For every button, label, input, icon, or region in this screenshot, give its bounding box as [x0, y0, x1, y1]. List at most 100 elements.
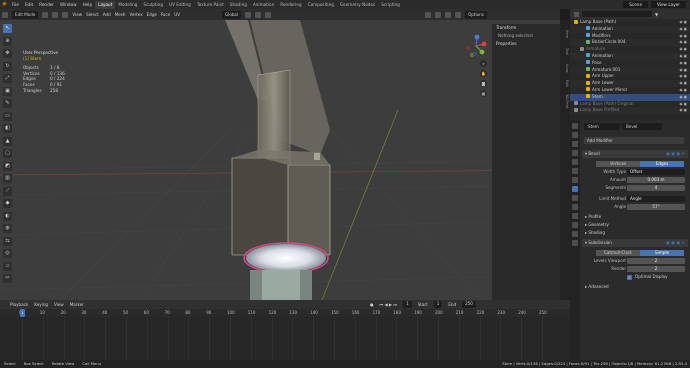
optimal-display-checkbox[interactable]: ✓ [627, 274, 632, 280]
select-tool-icon[interactable]: ↖ [3, 24, 12, 33]
menu-help[interactable]: Help [80, 2, 96, 7]
visibility-eye-icon[interactable]: ◉ ▣ [679, 67, 687, 74]
move-tool-icon[interactable]: ✥ [3, 49, 12, 58]
outliner-item-name[interactable]: Armature.001 [592, 67, 620, 72]
filter-icon[interactable]: ▼ [655, 12, 658, 17]
menu-window[interactable]: Window [57, 2, 80, 7]
timeline[interactable]: Playback Keying View Marker ● ⏮ ◀ ▶ ⏭ 1 … [0, 300, 570, 360]
tab-item[interactable]: Item [565, 30, 569, 38]
visibility-eye-icon[interactable]: ◉ ▣ [679, 33, 687, 40]
menu-select[interactable]: Select [86, 12, 99, 17]
bevel-tool-icon[interactable]: ◩ [3, 161, 12, 171]
editor-type-icon[interactable] [2, 11, 8, 18]
tab-edit[interactable]: Edit [565, 80, 569, 87]
outliner-item-name[interactable]: Stem [592, 94, 603, 99]
outliner-row[interactable]: Lamp Base (Path) Original ◉ ▣ [570, 101, 690, 108]
view-layer-field[interactable]: View Layer [651, 1, 686, 8]
loop-cut-tool-icon[interactable]: ▥ [3, 174, 12, 183]
menu-uv[interactable]: UV [174, 12, 180, 17]
menu-view[interactable]: View [72, 12, 82, 17]
tab-3d-print[interactable]: 3D-Print [565, 94, 569, 109]
shading-material-icon[interactable] [455, 11, 462, 18]
physics-tab-icon[interactable] [572, 204, 578, 210]
visibility-eye-icon[interactable]: ◉ ▣ [679, 26, 687, 33]
transform-panel-header[interactable]: Transform [492, 24, 560, 32]
amount-field[interactable]: 0.003 m [627, 176, 685, 184]
workspace-tab-shading[interactable]: Shading [227, 1, 250, 9]
xray-icon[interactable] [435, 11, 442, 18]
catmull-clark-toggle[interactable]: Catmull-Clark [596, 249, 640, 257]
modifier-visibility-icons[interactable]: ▣ ▣ ▣ ✕ [666, 150, 685, 158]
camera-icon[interactable]: ◙ [480, 80, 487, 87]
start-frame-field[interactable]: 1 [433, 301, 443, 308]
outliner-item-name[interactable]: Arm Upper [592, 73, 614, 78]
proportional-edit-icon[interactable] [265, 11, 272, 18]
menu-playback[interactable]: Playback [10, 302, 28, 307]
grid-view-icon[interactable]: ▦ [480, 90, 487, 97]
outliner-item-name[interactable]: Armature [586, 46, 605, 51]
outliner-row[interactable]: Animation ◉ ▣ [570, 52, 690, 60]
measure-tool-icon[interactable]: ▭ [3, 111, 12, 121]
rotate-tool-icon[interactable]: ↻ [3, 61, 12, 71]
visibility-eye-icon[interactable]: ◉ ▣ [679, 73, 687, 80]
shading-solid-icon[interactable] [445, 11, 452, 18]
visibility-eye-icon[interactable]: ◉ ▣ [679, 87, 687, 94]
menu-keying[interactable]: Keying [34, 302, 48, 307]
workspace-tab-sculpting[interactable]: Sculpting [140, 1, 166, 9]
scale-tool-icon[interactable]: ⤢ [3, 74, 12, 83]
advanced-subpanel[interactable]: ▸ Advanced [582, 283, 688, 291]
outliner-item-name[interactable]: Arm Lower [592, 80, 614, 85]
outliner-row[interactable]: BezierCircle.004 ◉ ▣ [570, 39, 690, 47]
levels-viewport-field[interactable]: 2 [627, 257, 685, 265]
options-dropdown[interactable]: Options [465, 10, 487, 19]
add-cube-tool-icon[interactable]: ◧ [3, 124, 12, 133]
visibility-eye-icon[interactable]: ◉ ▣ [679, 46, 687, 53]
poly-build-tool-icon[interactable]: ◆ [3, 199, 12, 208]
zoom-icon[interactable]: ⌕ [480, 60, 487, 67]
shading-subpanel[interactable]: ▸ Shading [582, 229, 688, 237]
current-frame-field[interactable]: 1 [403, 301, 412, 308]
outliner-item-name[interactable]: BezierCircle.004 [592, 39, 625, 44]
record-icon[interactable]: ● [370, 302, 374, 307]
transform-tool-icon[interactable]: ▣ [3, 86, 12, 96]
outliner-item-name[interactable]: Animation [592, 26, 613, 31]
output-tab-icon[interactable] [572, 141, 578, 147]
visibility-eye-icon[interactable]: ◉ ▣ [679, 94, 687, 101]
vertices-toggle[interactable]: Vertices [596, 160, 640, 168]
angle-field[interactable]: 57° [627, 203, 685, 211]
workspace-tab-scripting[interactable]: Scripting [378, 1, 403, 9]
outliner-row[interactable]: Stem ◉ ▣ [570, 93, 690, 101]
subdivision-modifier-name[interactable]: Subdivision [588, 240, 611, 245]
outliner-search-input[interactable] [582, 11, 652, 17]
modifier-visibility-icons[interactable]: ▣ ▣ ▣ ✕ [666, 239, 685, 247]
shear-tool-icon[interactable]: ▱ [3, 261, 12, 271]
menu-render[interactable]: Render [36, 2, 57, 7]
outliner-row[interactable]: Pose ◉ ▣ [570, 60, 690, 67]
outliner-row[interactable]: Modifiers ◉ ▣ [570, 33, 690, 40]
object-name-field[interactable]: Stem [584, 122, 620, 130]
playhead[interactable]: 1 [20, 309, 25, 317]
menu-edit[interactable]: Edit [22, 2, 36, 7]
play-controls-icon[interactable]: ⏮ ◀ ▶ ⏭ [380, 302, 398, 307]
tool-tab-icon[interactable] [572, 123, 578, 129]
menu-file[interactable]: File [9, 2, 22, 7]
workspace-tab-animation[interactable]: Animation [250, 1, 277, 9]
frame-ruler[interactable]: 0102030405060708090100110120130140150160… [0, 309, 570, 317]
blender-logo-icon[interactable]: ◉ [0, 1, 9, 8]
outliner-row[interactable]: Animation ◉ ▣ [570, 25, 690, 33]
width-type-dropdown[interactable]: Offset [627, 168, 685, 176]
bevel-modifier-name[interactable]: Bevel [588, 151, 599, 156]
3d-viewport[interactable]: User Perspective (1) Stem Objects 1 / 8 V… [0, 20, 560, 300]
extrude-tool-icon[interactable]: ▲ [3, 136, 12, 146]
texture-tab-icon[interactable] [572, 240, 578, 246]
outliner-item-name[interactable]: Lamp Base (Path) [580, 19, 616, 24]
workspace-tab-uv-editing[interactable]: UV Editing [166, 1, 194, 9]
orientation-dropdown[interactable]: Global [222, 10, 242, 19]
outliner-row[interactable]: Armature.001 ◉ ▣ [570, 66, 690, 74]
outliner-row[interactable]: Arm Lower ◉ ▣ [570, 80, 690, 87]
rip-tool-icon[interactable]: ✂ [3, 274, 12, 283]
modifier-name-field[interactable]: Bevel [622, 122, 662, 130]
workspace-tab-rendering[interactable]: Rendering [277, 1, 304, 9]
profile-subpanel[interactable]: ▸ Profile [582, 213, 688, 221]
object-tab-icon[interactable] [572, 177, 578, 183]
